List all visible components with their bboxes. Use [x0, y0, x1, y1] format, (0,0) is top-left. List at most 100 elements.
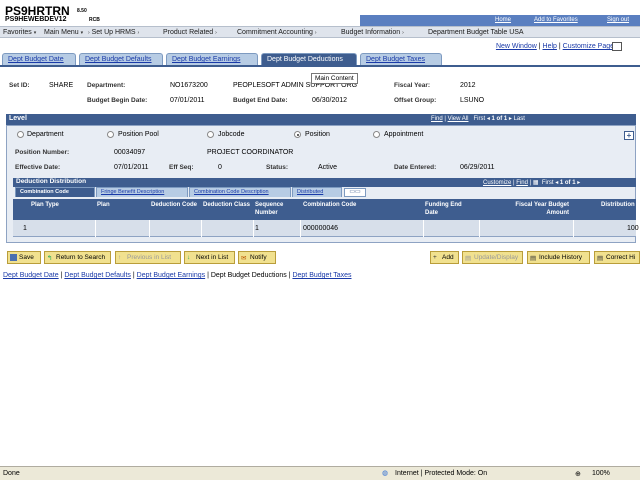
zoom-icon: ⊕ — [575, 471, 581, 478]
deduction-distribution-title: Deduction Distribution — [16, 178, 87, 185]
level-prev-icon[interactable]: ◂ — [487, 116, 490, 122]
level-view-all-link[interactable]: View All — [448, 116, 469, 122]
menu-label: Set Up HRMS — [91, 29, 136, 36]
table-row: 1 1 000000046 100 — [13, 220, 639, 237]
menu-favorites[interactable]: Favorites ▾ — [3, 29, 36, 36]
expand-page-icon[interactable] — [612, 42, 622, 51]
effective-date-label: Effective Date: — [15, 164, 61, 171]
col-deduction-class: Deduction Class — [203, 202, 251, 208]
globe-icon: ◍ — [382, 470, 389, 477]
chevron-down-icon: ▾ — [80, 30, 84, 36]
col-distribution: Distribution — [601, 202, 635, 208]
app-subtitle: PS9HEWEBDEV12 — [5, 16, 67, 23]
save-icon — [10, 254, 17, 261]
save-button[interactable]: Save — [7, 251, 41, 264]
new-window-link[interactable]: New Window — [496, 43, 537, 50]
previous-in-list-button[interactable]: ↑ Previous in List — [115, 251, 181, 264]
page-links: New Window | Help | Customize Page — [495, 43, 614, 50]
breadcrumb-dept-budget-table[interactable]: Department Budget Table USA — [428, 29, 524, 36]
header-links-bar: Home Add to Favorites Sign out — [360, 15, 640, 26]
bottom-link-earnings[interactable]: Dept Budget Earnings — [137, 272, 206, 279]
subtab-distributed[interactable]: Distributed — [292, 187, 342, 197]
dist-find-link[interactable]: Find — [516, 180, 528, 186]
breadcrumb-commitment-accounting[interactable]: Commitment Accounting › — [237, 29, 317, 36]
menu-label: Department Budget Table USA — [428, 29, 524, 36]
add-row-icon[interactable]: + — [624, 131, 634, 140]
level-last[interactable]: Last — [514, 116, 525, 122]
tab-underline — [0, 65, 640, 67]
subtab-combination-code[interactable]: Combination Code — [15, 187, 95, 197]
level-first[interactable]: First — [474, 116, 486, 122]
breadcrumb-set-up-hrms[interactable]: › Set Up HRMS › — [88, 29, 139, 36]
radio-appointment[interactable] — [373, 131, 380, 138]
setid-label: Set ID: — [9, 82, 30, 89]
date-entered-label: Date Entered: — [394, 164, 437, 171]
bottom-link-defaults[interactable]: Dept Budget Defaults — [64, 272, 131, 279]
eff-seq-value: 0 — [218, 164, 222, 171]
fiscal-year-label: Fiscal Year: — [394, 82, 431, 89]
return-to-search-button[interactable]: ↰ Return to Search — [44, 251, 111, 264]
bottom-link-date[interactable]: Dept Budget Date — [3, 272, 59, 279]
dist-next-icon[interactable]: ▸ — [577, 180, 580, 186]
fiscal-year-value: 2012 — [460, 82, 476, 89]
menu-main-menu[interactable]: Main Menu ▾ — [44, 29, 83, 36]
radio-position[interactable] — [294, 131, 301, 138]
next-in-list-button[interactable]: ↓ Next in List — [184, 251, 235, 264]
correct-history-icon: ▤ — [597, 255, 604, 262]
radio-department[interactable] — [17, 131, 24, 138]
radio-position-pool[interactable] — [107, 131, 114, 138]
add-button[interactable]: + Add — [430, 251, 459, 264]
customize-link[interactable]: Customize — [483, 180, 511, 186]
home-link[interactable]: Home — [495, 17, 511, 23]
grid-header: Plan Type Plan Deduction Code Deduction … — [13, 199, 636, 220]
level-next-icon[interactable]: ▸ — [509, 116, 512, 122]
dist-prev-icon[interactable]: ◂ — [555, 180, 558, 186]
department-value: NO1673200 — [170, 82, 208, 89]
sign-out-link[interactable]: Sign out — [607, 17, 629, 23]
breadcrumb-product-related[interactable]: Product Related › — [163, 29, 217, 36]
notify-button[interactable]: ✉ Notify — [238, 251, 276, 264]
return-button-label: Return to Search — [56, 254, 106, 261]
cell-divider — [201, 220, 202, 237]
correct-button-label: Correct Hi — [606, 254, 636, 261]
zoom-level[interactable]: 100% — [592, 470, 610, 477]
chevron-down-icon: ▾ — [33, 30, 37, 36]
correct-history-button[interactable]: ▤ Correct Hi — [594, 251, 640, 264]
radio-position-pool-label: Position Pool — [118, 131, 159, 138]
menu-label: Favorites — [3, 29, 32, 36]
setid-value: SHARE — [49, 82, 74, 89]
show-all-columns-icon[interactable]: ▭▭ — [344, 188, 366, 197]
bottom-link-taxes[interactable]: Dept Budget Taxes — [292, 272, 351, 279]
chevron-right-icon: › — [215, 30, 217, 36]
radio-department-label: Department — [27, 131, 64, 138]
breadcrumb-budget-information[interactable]: Budget Information › — [341, 29, 404, 36]
customize-page-link[interactable]: Customize Page — [563, 43, 614, 50]
main-content-tooltip: Main Content — [311, 73, 358, 84]
menu-label: Commitment Accounting — [237, 29, 313, 36]
up-arrow-icon: ↑ — [118, 254, 122, 261]
update-display-button[interactable]: ▤ Update/Display — [462, 251, 523, 264]
next-button-label: Next in List — [196, 254, 229, 261]
department-label: Department: — [87, 82, 126, 89]
include-history-button[interactable]: ▤ Include History — [527, 251, 590, 264]
cell-divider — [253, 220, 254, 237]
security-zone: Internet | Protected Mode: On — [395, 470, 488, 477]
history-button-label: Include History — [539, 254, 582, 261]
cell-divider — [479, 220, 480, 237]
add-favorites-link[interactable]: Add to Favorites — [534, 17, 578, 23]
help-link[interactable]: Help — [543, 43, 557, 50]
dist-first[interactable]: First — [542, 180, 554, 186]
level-find-link[interactable]: Find — [431, 116, 443, 122]
subtab-fringe-benefit[interactable]: Fringe Benefit Description — [96, 187, 188, 197]
save-button-label: Save — [19, 254, 34, 261]
prev-button-label: Previous in List — [127, 254, 172, 261]
date-entered-value: 06/29/2011 — [460, 164, 495, 171]
bottom-link-deductions: Dept Budget Deductions — [210, 272, 287, 279]
radio-jobcode[interactable] — [207, 131, 214, 138]
end-date-value: 06/30/2012 — [312, 97, 348, 104]
update-icon: ▤ — [465, 255, 472, 262]
grid-download-icon[interactable]: ▦ — [533, 180, 539, 186]
chevron-right-icon: › — [314, 30, 317, 36]
subtab-combination-desc[interactable]: Combination Code Description — [189, 187, 291, 197]
history-icon: ▤ — [530, 255, 537, 262]
